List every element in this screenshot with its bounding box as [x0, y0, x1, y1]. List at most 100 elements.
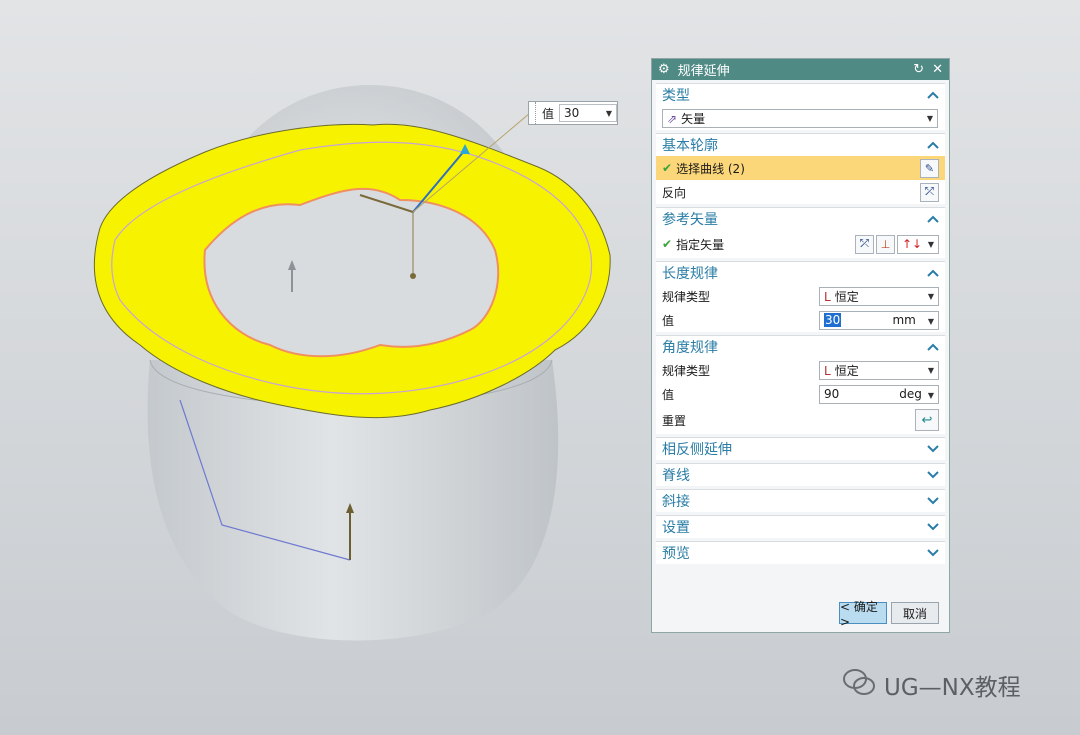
section-opposite-side-extension[interactable]: 相反侧延伸	[656, 437, 945, 460]
specify-vector-row: ✔ 指定矢量 ⤱ ⊥ ↑↓ ▼	[656, 230, 945, 258]
section-header-length-law[interactable]: 长度规律	[656, 262, 945, 284]
vector-dialog-button[interactable]: ⊥	[876, 234, 895, 254]
ok-button[interactable]: < 确定 >	[839, 600, 887, 629]
section-title-length-law: 长度规律	[662, 266, 718, 282]
chevron-up-icon[interactable]	[927, 343, 939, 351]
angle-law-type-label: 规律类型	[662, 363, 711, 378]
angle-value-input[interactable]: 90 deg ▼	[819, 384, 939, 404]
check-icon: ✔	[662, 237, 673, 251]
reverse-direction-button[interactable]: ⤱	[920, 182, 939, 202]
length-value-input[interactable]: 30 mm ▼	[819, 310, 939, 330]
angle-law-type-select[interactable]: ᒪ 恒定 ▼	[819, 360, 939, 380]
section-header-type[interactable]: 类型	[656, 84, 945, 106]
curve-select-icon[interactable]: ✎	[920, 158, 939, 178]
watermark-text: UG—NX教程	[884, 675, 1021, 701]
length-law-type-row: 规律类型 ᒪ 恒定 ▼	[656, 284, 945, 308]
chevron-down-icon[interactable]	[927, 471, 939, 479]
gear-icon[interactable]: ⚙	[658, 62, 670, 77]
angle-value-text: 90	[824, 387, 840, 401]
section-header-reference-vector[interactable]: 参考矢量	[656, 208, 945, 230]
vector-type-dropdown[interactable]: ↑↓ ▼	[897, 234, 939, 254]
section-title-type: 类型	[662, 88, 690, 104]
chevron-down-icon[interactable]: ▼	[928, 317, 934, 326]
section-type: 类型 ⇗ 矢量 ▼	[656, 83, 945, 130]
reset-dialog-icon[interactable]: ↻	[913, 62, 924, 77]
chevron-down-icon[interactable]: ▼	[927, 114, 933, 123]
floating-value-field[interactable]: 30 ▼	[559, 104, 617, 122]
angle-value-label: 值	[662, 387, 675, 402]
collapsed-title-3: 设置	[662, 520, 690, 536]
type-select[interactable]: ⇗ 矢量 ▼	[662, 108, 938, 128]
specify-vector-label: 指定矢量	[676, 237, 725, 252]
dialog-titlebar[interactable]: ⚙ 规律延伸 ↻ ✕	[652, 59, 949, 80]
section-miter[interactable]: 斜接	[656, 489, 945, 512]
law-extension-dialog: ⚙ 规律延伸 ↻ ✕ 类型 ⇗ 矢量 ▼ 基本轮廓 ✔ 选择曲线 (2) ✎ 反向	[651, 58, 950, 633]
law-constant-icon: ᒪ	[824, 289, 831, 304]
reset-row: 重置 ↩	[656, 406, 945, 434]
section-angle-law: 角度规律 规律类型 ᒪ 恒定 ▼ 值 90 deg ▼ 重置 ↩	[656, 335, 945, 434]
section-settings[interactable]: 设置	[656, 515, 945, 538]
dialog-title: 规律延伸	[677, 64, 730, 79]
collapsed-title-4: 预览	[662, 546, 690, 562]
select-curve-row[interactable]: ✔ 选择曲线 (2) ✎	[656, 156, 945, 180]
reverse-label: 反向	[662, 185, 687, 200]
reset-button[interactable]: ↩	[915, 409, 939, 431]
chevron-down-icon[interactable]: ▼	[928, 240, 934, 249]
section-title-reference-vector: 参考矢量	[662, 212, 718, 228]
length-value-text: 30	[824, 313, 842, 327]
section-header-angle-law[interactable]: 角度规律	[656, 336, 945, 358]
chevron-up-icon[interactable]	[927, 215, 939, 223]
vector-axis-icon: ↑↓	[902, 237, 923, 251]
angle-value-row: 值 90 deg ▼	[656, 382, 945, 406]
watermark: UG—NX教程	[842, 667, 1021, 703]
length-law-type-select[interactable]: ᒪ 恒定 ▼	[819, 286, 939, 306]
collapsed-title-0: 相反侧延伸	[662, 442, 732, 458]
reverse-vector-button[interactable]: ⤱	[855, 234, 874, 254]
chevron-down-icon[interactable]	[927, 549, 939, 557]
chevron-down-icon[interactable]	[927, 497, 939, 505]
section-preview[interactable]: 预览	[656, 541, 945, 564]
section-length-law: 长度规律 规律类型 ᒪ 恒定 ▼ 值 30 mm ▼	[656, 261, 945, 332]
chevron-down-icon[interactable]	[927, 523, 939, 531]
length-law-type-value: 恒定	[834, 289, 859, 304]
dialog-footer: < 确定 > 取消	[652, 594, 949, 632]
chevron-up-icon[interactable]	[927, 141, 939, 149]
section-header-base-profile[interactable]: 基本轮廓	[656, 134, 945, 156]
close-icon[interactable]: ✕	[932, 62, 943, 77]
type-select-value: 矢量	[681, 111, 706, 126]
chevron-down-icon[interactable]: ▼	[928, 292, 934, 301]
length-value-row: 值 30 mm ▼	[656, 308, 945, 332]
collapsed-title-2: 斜接	[662, 494, 690, 510]
section-base-profile: 基本轮廓 ✔ 选择曲线 (2) ✎ 反向 ⤱	[656, 133, 945, 204]
section-spine[interactable]: 脊线	[656, 463, 945, 486]
reverse-row: 反向 ⤱	[656, 180, 945, 204]
chevron-up-icon[interactable]	[927, 91, 939, 99]
cancel-button[interactable]: 取消	[891, 602, 939, 624]
reset-label: 重置	[662, 413, 687, 428]
angle-unit: deg	[899, 387, 922, 401]
chat-bubble-icon	[842, 667, 876, 703]
length-law-type-label: 规律类型	[662, 289, 711, 304]
section-reference-vector: 参考矢量 ✔ 指定矢量 ⤱ ⊥ ↑↓ ▼	[656, 207, 945, 258]
section-title-angle-law: 角度规律	[662, 340, 718, 356]
angle-law-type-row: 规律类型 ᒪ 恒定 ▼	[656, 358, 945, 382]
chevron-down-icon[interactable]: ▼	[606, 109, 612, 118]
floating-value-input[interactable]: 值 30 ▼	[528, 101, 618, 125]
check-icon: ✔	[662, 161, 673, 175]
floating-value-text: 30	[564, 106, 580, 120]
collapsed-title-1: 脊线	[662, 468, 690, 484]
type-row: ⇗ 矢量 ▼	[656, 106, 945, 130]
floating-value-label: 值	[542, 106, 555, 121]
drag-handle[interactable]	[529, 102, 536, 124]
vector-type-icon: ⇗	[667, 111, 678, 126]
select-curve-label: 选择曲线 (2)	[676, 161, 745, 176]
law-constant-icon: ᒪ	[824, 363, 831, 378]
chevron-down-icon[interactable]	[927, 445, 939, 453]
length-value-label: 值	[662, 313, 675, 328]
angle-law-type-value: 恒定	[834, 363, 859, 378]
section-title-base-profile: 基本轮廓	[662, 138, 718, 154]
chevron-down-icon[interactable]: ▼	[928, 391, 934, 400]
length-unit: mm	[892, 313, 916, 327]
chevron-up-icon[interactable]	[927, 269, 939, 277]
chevron-down-icon[interactable]: ▼	[928, 366, 934, 375]
